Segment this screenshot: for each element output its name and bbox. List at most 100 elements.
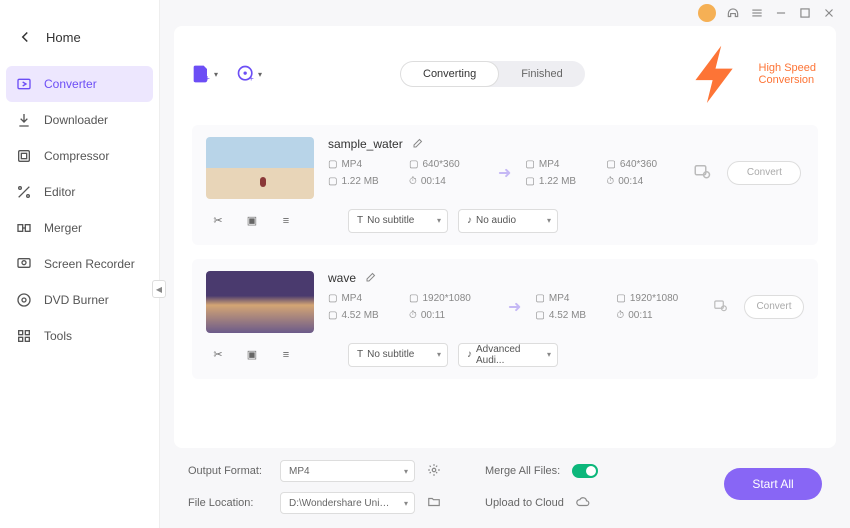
svg-text:+: + (248, 74, 253, 84)
src-format: ▢ MP4 (328, 159, 403, 170)
file-row: sample_water ▢ MP4 ▢ 640*360 ▢ 1.22 MB (192, 125, 818, 245)
thumbnail[interactable] (206, 271, 314, 333)
tab-finished[interactable]: Finished (499, 61, 585, 87)
output-format-label: Output Format: (188, 465, 268, 477)
dst-format: ▢ MP4 (535, 293, 610, 304)
dst-dur: ⏱ 00:14 (606, 176, 681, 187)
audio-select[interactable]: ♪ No audio▾ (458, 209, 558, 233)
titlebar (160, 0, 850, 26)
sidebar-item-label: Compressor (44, 149, 109, 163)
high-speed-badge[interactable]: High Speed Conversion (684, 40, 818, 109)
audio-select[interactable]: ♪ Advanced Audi...▾ (458, 343, 558, 367)
sidebar-header: Home (0, 28, 159, 66)
compressor-icon (16, 148, 32, 164)
edit-icon[interactable] (411, 138, 423, 150)
settings-icon[interactable] (713, 298, 728, 316)
trim-icon[interactable]: ✂ (206, 343, 230, 367)
folder-icon[interactable] (427, 495, 441, 512)
tabs: Converting Finished (400, 61, 585, 87)
start-all-button[interactable]: Start All (724, 468, 822, 500)
file-name: sample_water (328, 137, 403, 151)
avatar-icon[interactable] (698, 4, 716, 22)
sidebar-item-merger[interactable]: Merger (0, 210, 159, 246)
sidebar-item-label: Merger (44, 221, 82, 235)
cloud-icon[interactable] (576, 495, 590, 512)
home-label[interactable]: Home (46, 30, 81, 45)
arrow-icon: ➜ (498, 163, 511, 183)
effects-icon[interactable]: ≡ (274, 343, 298, 367)
close-icon[interactable] (822, 6, 836, 20)
downloader-icon (16, 112, 32, 128)
effects-icon[interactable]: ≡ (274, 209, 298, 233)
sidebar-item-tools[interactable]: Tools (0, 318, 159, 354)
tab-converting[interactable]: Converting (400, 61, 499, 87)
back-icon[interactable] (16, 28, 34, 46)
sidebar-item-downloader[interactable]: Downloader (0, 102, 159, 138)
crop-icon[interactable]: ▣ (240, 209, 264, 233)
screen-recorder-icon (16, 256, 32, 272)
dst-res: ▢ 640*360 (606, 159, 681, 170)
svg-text:+: + (204, 74, 209, 84)
sidebar-item-label: Editor (44, 185, 75, 199)
add-dvd-button[interactable]: + ▾ (236, 61, 262, 87)
dvd-burner-icon (16, 292, 32, 308)
file-list: sample_water ▢ MP4 ▢ 640*360 ▢ 1.22 MB (192, 125, 818, 379)
sidebar-item-label: Screen Recorder (44, 257, 135, 271)
convert-button[interactable]: Convert (727, 161, 801, 185)
menu-icon[interactable] (750, 6, 764, 20)
converter-icon (16, 76, 32, 92)
main: ◀ + ▾ + ▾ Converting Finished High Speed (160, 0, 850, 528)
merge-label: Merge All Files: (485, 465, 560, 477)
upload-cloud-label: Upload to Cloud (485, 497, 564, 509)
sidebar-item-compressor[interactable]: Compressor (0, 138, 159, 174)
thumbnail[interactable] (206, 137, 314, 199)
dst-dur: ⏱ 00:11 (616, 310, 701, 321)
src-res: ▢ 640*360 (409, 159, 484, 170)
dst-size: ▢ 1.22 MB (525, 176, 600, 187)
crop-icon[interactable]: ▣ (240, 343, 264, 367)
subtitle-select[interactable]: T No subtitle▾ (348, 209, 448, 233)
dst-format: ▢ MP4 (525, 159, 600, 170)
maximize-icon[interactable] (798, 6, 812, 20)
tools-icon (16, 328, 32, 344)
format-settings-icon[interactable] (427, 463, 441, 480)
settings-icon[interactable] (693, 162, 711, 183)
file-name: wave (328, 271, 356, 285)
edit-icon[interactable] (364, 272, 376, 284)
sidebar-item-label: Downloader (44, 113, 108, 127)
minimize-icon[interactable] (774, 6, 788, 20)
src-res: ▢ 1920*1080 (409, 293, 494, 304)
sidebar-item-screen-recorder[interactable]: Screen Recorder (0, 246, 159, 282)
subtitle-select[interactable]: T No subtitle▾ (348, 343, 448, 367)
editor-icon (16, 184, 32, 200)
high-speed-label: High Speed Conversion (759, 62, 818, 86)
sidebar-item-converter[interactable]: Converter (6, 66, 153, 102)
sidebar-item-editor[interactable]: Editor (0, 174, 159, 210)
file-location-label: File Location: (188, 497, 268, 509)
sidebar: Home Converter Downloader Compressor Edi… (0, 0, 160, 528)
output-format-select[interactable]: MP4▾ (280, 460, 415, 482)
trim-icon[interactable]: ✂ (206, 209, 230, 233)
src-size: ▢ 1.22 MB (328, 176, 403, 187)
arrow-icon: ➜ (508, 297, 521, 317)
toolbar: + ▾ + ▾ Converting Finished High Speed C… (192, 40, 818, 109)
sidebar-item-label: Tools (44, 329, 72, 343)
file-location-select[interactable]: D:\Wondershare UniConverter 1▾ (280, 492, 415, 514)
sidebar-item-label: DVD Burner (44, 293, 109, 307)
src-dur: ⏱ 00:14 (409, 176, 484, 187)
src-dur: ⏱ 00:11 (409, 310, 494, 321)
sidebar-item-label: Converter (44, 77, 97, 91)
collapse-sidebar-button[interactable]: ◀ (152, 280, 166, 298)
merge-toggle[interactable] (572, 464, 598, 478)
src-size: ▢ 4.52 MB (328, 310, 403, 321)
file-row: wave ▢ MP4 ▢ 1920*1080 ▢ 4.52 MB (192, 259, 818, 379)
content-card: + ▾ + ▾ Converting Finished High Speed C… (174, 26, 836, 448)
dst-res: ▢ 1920*1080 (616, 293, 701, 304)
sidebar-item-dvd-burner[interactable]: DVD Burner (0, 282, 159, 318)
convert-button[interactable]: Convert (744, 295, 804, 319)
support-icon[interactable] (726, 6, 740, 20)
src-format: ▢ MP4 (328, 293, 403, 304)
dst-size: ▢ 4.52 MB (535, 310, 610, 321)
add-file-button[interactable]: + ▾ (192, 61, 218, 87)
merger-icon (16, 220, 32, 236)
